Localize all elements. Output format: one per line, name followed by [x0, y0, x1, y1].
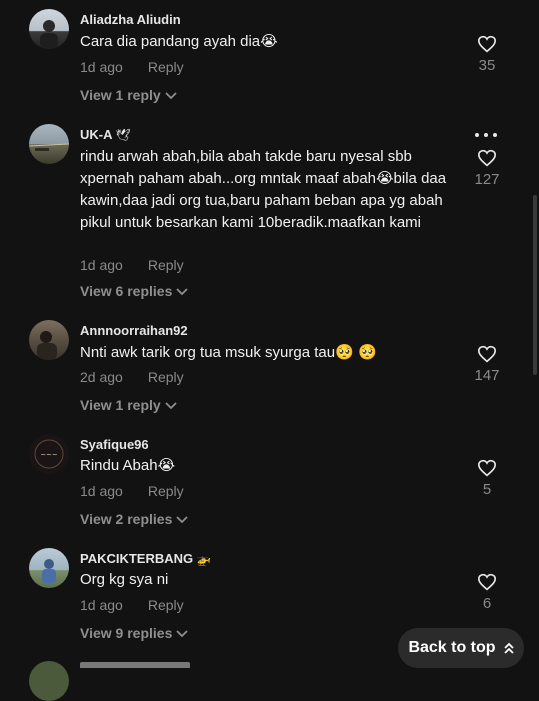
- avatar-person-icon: [42, 559, 56, 583]
- reply-button[interactable]: Reply: [148, 483, 184, 499]
- comment-username[interactable]: Annnoorraihan92: [80, 323, 188, 338]
- comment-time: 1d ago: [80, 257, 123, 273]
- avatar-person-icon: [37, 331, 57, 360]
- like-count: 6: [482, 595, 492, 612]
- reply-button[interactable]: Reply: [148, 597, 184, 613]
- heart-icon: [477, 149, 497, 167]
- avatar-logo-icon: ~~~: [34, 439, 64, 469]
- like-count: 147: [474, 367, 500, 384]
- heart-icon: [477, 459, 497, 477]
- username-badge: 🚁: [196, 552, 212, 566]
- view-replies-label: View 9 replies: [80, 625, 173, 641]
- comment-meta: 1d ago Reply: [80, 59, 184, 75]
- view-replies-label: View 6 replies: [80, 283, 173, 299]
- comment-username[interactable]: Aliadzha Aliudin: [80, 12, 181, 27]
- avatar-person-icon: [40, 20, 58, 49]
- comment-username[interactable]: Syafique96: [80, 437, 149, 452]
- heart-icon: [477, 573, 497, 591]
- more-options-button[interactable]: [475, 133, 497, 139]
- chevron-down-icon: [176, 516, 188, 524]
- comment-username-partial: [80, 662, 200, 668]
- like-button[interactable]: 127: [466, 149, 508, 188]
- like-button[interactable]: 6: [466, 573, 508, 612]
- view-replies-label: View 1 reply: [80, 87, 161, 103]
- heart-icon: [477, 345, 497, 363]
- comment-meta: 1d ago Reply: [80, 483, 184, 499]
- reply-button[interactable]: Reply: [148, 369, 184, 385]
- avatar[interactable]: [29, 320, 69, 360]
- avatar[interactable]: [29, 124, 69, 164]
- comment-text: rindu arwah abah,bila abah takde baru ny…: [80, 148, 447, 231]
- comment-username[interactable]: UK-A 🕊: [80, 127, 131, 142]
- like-count: 35: [478, 57, 496, 74]
- comment-username[interactable]: PAKCIKTERBANG 🚁: [80, 551, 211, 566]
- comment-meta: 1d ago Reply: [80, 597, 184, 613]
- comment-time: 1d ago: [80, 483, 123, 499]
- view-replies-button[interactable]: View 6 replies: [80, 283, 188, 299]
- chevron-down-icon: [165, 92, 177, 100]
- back-to-top-label: Back to top: [408, 639, 496, 656]
- scrollbar[interactable]: [533, 195, 537, 375]
- chevron-down-icon: [176, 630, 188, 638]
- view-replies-button[interactable]: View 9 replies: [80, 625, 188, 641]
- like-count: 127: [474, 171, 500, 188]
- like-button[interactable]: 35: [466, 35, 508, 74]
- view-replies-label: View 2 replies: [80, 511, 173, 527]
- avatar[interactable]: [29, 661, 69, 701]
- comment-text: Org kg sya ni: [80, 571, 169, 588]
- svg-text:~~~: ~~~: [40, 451, 58, 459]
- like-button[interactable]: 147: [466, 345, 508, 384]
- avatar[interactable]: ~~~: [29, 434, 69, 474]
- comment-text: Cara dia pandang ayah dia😭: [80, 33, 278, 50]
- avatar[interactable]: [29, 548, 69, 588]
- reply-button[interactable]: Reply: [148, 257, 184, 273]
- avatar[interactable]: [29, 9, 69, 49]
- comment-time: 1d ago: [80, 59, 123, 75]
- view-replies-label: View 1 reply: [80, 397, 161, 413]
- comment-time: 1d ago: [80, 597, 123, 613]
- comment-time: 2d ago: [80, 369, 123, 385]
- comment-meta: 1d ago Reply: [80, 257, 184, 273]
- reply-button[interactable]: Reply: [148, 59, 184, 75]
- view-replies-button[interactable]: View 1 reply: [80, 397, 177, 413]
- comment-text: Nnti awk tarik org tua msuk syurga tau🥺 …: [80, 344, 377, 361]
- view-replies-button[interactable]: View 2 replies: [80, 511, 188, 527]
- double-chevron-up-icon: [503, 642, 514, 654]
- chevron-down-icon: [165, 402, 177, 410]
- like-count: 5: [482, 481, 492, 498]
- avatar-landscape-icon: [29, 143, 69, 151]
- comment-text: Rindu Abah😭: [80, 457, 176, 474]
- chevron-down-icon: [176, 288, 188, 296]
- like-button[interactable]: 5: [466, 459, 508, 498]
- view-replies-button[interactable]: View 1 reply: [80, 87, 177, 103]
- heart-icon: [477, 35, 497, 53]
- comment-meta: 2d ago Reply: [80, 369, 184, 385]
- username-badge: 🕊: [115, 128, 131, 142]
- back-to-top-button[interactable]: Back to top: [398, 628, 524, 668]
